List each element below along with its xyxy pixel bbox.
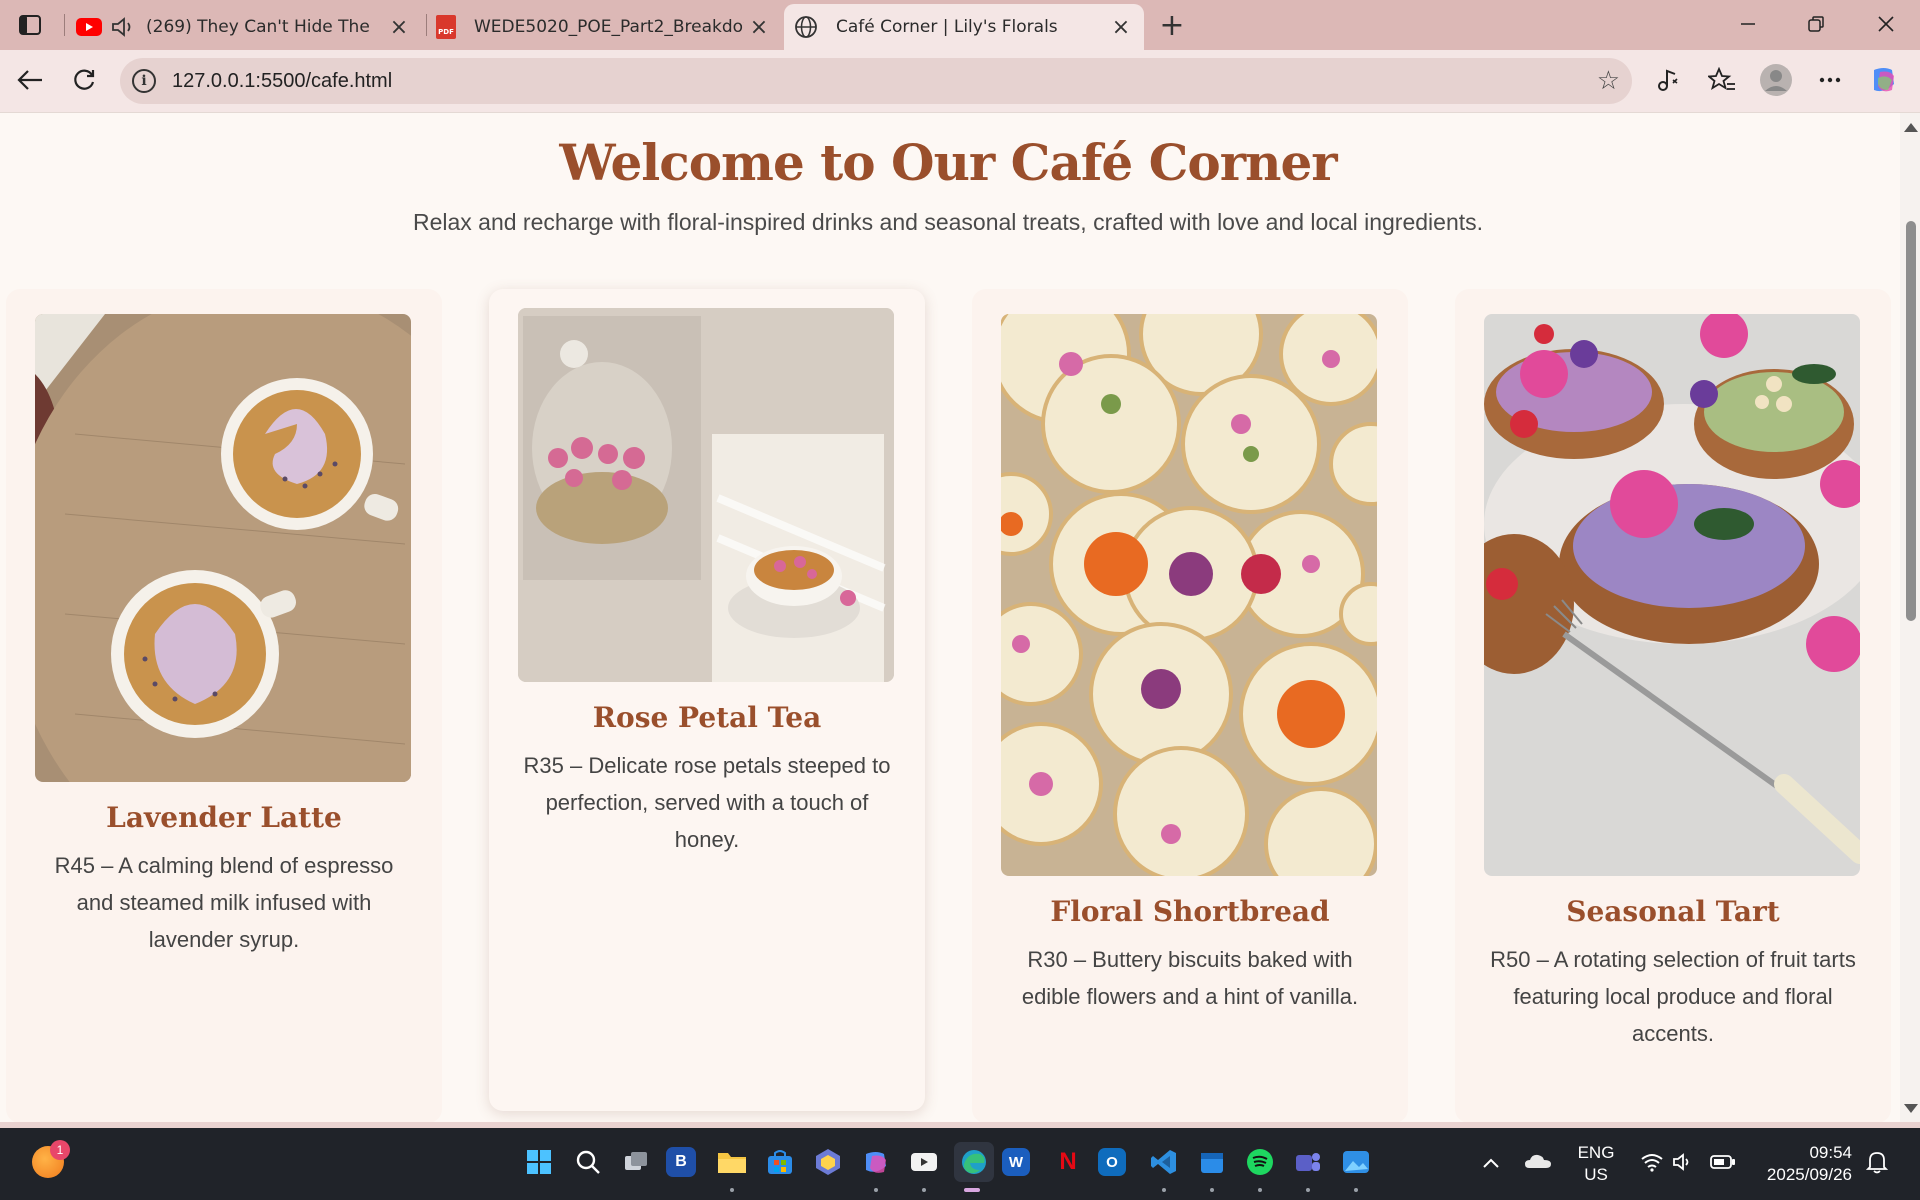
running-indicator	[1258, 1188, 1262, 1192]
start-icon[interactable]	[521, 1144, 557, 1180]
close-window-icon[interactable]	[1856, 6, 1916, 42]
scroll-down-icon[interactable]	[1904, 1104, 1918, 1113]
wifi-icon[interactable]	[1640, 1152, 1664, 1176]
site-info-icon[interactable]: i	[132, 69, 156, 93]
page-title: Welcome to Our Café Corner	[559, 133, 1337, 192]
video-app-icon[interactable]	[906, 1144, 942, 1180]
page-subtitle: Relax and recharge with floral-inspired …	[412, 209, 1484, 235]
pdf-icon: PDF	[436, 15, 456, 39]
read-aloud-icon[interactable]	[1650, 62, 1686, 98]
clock-time: 09:54	[1809, 1143, 1852, 1162]
task-view-icon[interactable]	[618, 1144, 654, 1180]
tab-separator	[426, 14, 427, 36]
onedrive-icon[interactable]	[1524, 1152, 1552, 1174]
item-description: R35 – Delicate rose petals steeped to pe…	[523, 753, 891, 852]
running-indicator	[1210, 1188, 1214, 1192]
tab-pdf[interactable]: PDF WEDE5020_POE_Part2_Breakdown ×	[430, 4, 782, 50]
item-name: Lavender Latte	[106, 801, 342, 834]
speaker-icon[interactable]	[110, 16, 136, 38]
menu-card-seasonal-tart: Seasonal Tart R50 – A rotating selection…	[1455, 289, 1891, 1122]
battery-icon[interactable]	[1710, 1154, 1736, 1174]
page-viewport: Welcome to Our Café Corner Relax and rec…	[0, 112, 1920, 1122]
windows-taskbar: 1 B W N O ENG US 09:54 2025/09/26	[0, 1128, 1920, 1200]
tab-youtube[interactable]: (269) They Can't Hide The Fil ×	[68, 4, 422, 50]
favorites-icon[interactable]	[1704, 62, 1740, 98]
item-description: R30 – Buttery biscuits baked with edible…	[1021, 947, 1359, 1009]
photos-app-icon[interactable]	[1338, 1144, 1374, 1180]
menu-card-floral-shortbread: Floral Shortbread R30 – Buttery biscuits…	[972, 289, 1408, 1122]
running-indicator	[1162, 1188, 1166, 1192]
close-icon[interactable]: ×	[748, 15, 770, 40]
globe-icon	[794, 15, 818, 39]
running-indicator	[1306, 1188, 1310, 1192]
running-indicator	[922, 1188, 926, 1192]
search-icon[interactable]	[570, 1144, 606, 1180]
hexagon-app-icon[interactable]	[810, 1144, 846, 1180]
youtube-icon	[76, 18, 102, 36]
rose-petal-tea-image	[518, 308, 894, 682]
language-code: ENG	[1577, 1143, 1615, 1162]
calendar-app-icon[interactable]	[1194, 1144, 1230, 1180]
lavender-latte-image	[35, 314, 411, 782]
vertical-scrollbar[interactable]	[1900, 113, 1920, 1122]
copilot-icon[interactable]	[1866, 62, 1902, 98]
tab-strip: (269) They Can't Hide The Fil × PDF WEDE…	[0, 0, 1920, 50]
outlook-icon[interactable]: O	[1098, 1148, 1126, 1176]
notification-badge: 1	[50, 1140, 70, 1160]
running-indicator	[730, 1188, 734, 1192]
active-indicator	[964, 1188, 980, 1192]
edge-browser-icon[interactable]	[954, 1142, 994, 1182]
close-icon[interactable]: ×	[1110, 15, 1132, 40]
floral-shortbread-image	[1001, 314, 1377, 876]
scroll-thumb[interactable]	[1906, 221, 1916, 621]
copilot-app-icon[interactable]	[858, 1144, 894, 1180]
language-indicator[interactable]: ENG US	[1570, 1142, 1622, 1186]
store-icon[interactable]	[762, 1144, 798, 1180]
back-icon[interactable]	[12, 62, 48, 98]
more-options-icon[interactable]	[1812, 62, 1848, 98]
tab-title: (269) They Can't Hide The Fil	[146, 17, 374, 37]
tab-title: WEDE5020_POE_Part2_Breakdown	[474, 17, 744, 37]
volume-icon[interactable]	[1672, 1152, 1694, 1176]
item-name: Rose Petal Tea	[592, 701, 822, 734]
url-text[interactable]: 127.0.0.1:5500/cafe.html	[172, 70, 392, 93]
profile-avatar[interactable]	[1758, 62, 1794, 98]
minimize-icon[interactable]	[1718, 6, 1778, 42]
menu-card-lavender-latte: Lavender Latte R45 – A calming blend of …	[6, 289, 442, 1122]
bing-app-icon[interactable]: B	[666, 1147, 696, 1177]
seasonal-tart-image	[1484, 314, 1860, 876]
tab-separator	[64, 14, 65, 36]
running-indicator	[874, 1188, 878, 1192]
item-name: Floral Shortbread	[1050, 895, 1330, 928]
browser-toolbar: i 127.0.0.1:5500/cafe.html ☆	[0, 50, 1920, 112]
netflix-icon[interactable]: N	[1050, 1144, 1086, 1180]
menu-card-rose-petal-tea[interactable]: Rose Petal Tea R35 – Delicate rose petal…	[489, 289, 925, 1111]
item-description: R45 – A calming blend of espresso and st…	[54, 853, 394, 952]
teams-icon[interactable]	[1290, 1144, 1326, 1180]
file-explorer-icon[interactable]	[714, 1144, 750, 1180]
tab-title: Café Corner | Lily's Florals	[836, 17, 1058, 37]
tray-chevron-icon[interactable]	[1482, 1154, 1500, 1173]
clock-date: 2025/09/26	[1766, 1165, 1852, 1184]
region-code: US	[1584, 1165, 1608, 1184]
tab-actions-icon[interactable]	[12, 10, 48, 40]
word-icon[interactable]: W	[1002, 1148, 1030, 1176]
tab-cafe-corner[interactable]: Café Corner | Lily's Florals ×	[784, 4, 1144, 50]
notifications-bell-icon[interactable]	[1865, 1150, 1889, 1178]
spotify-icon[interactable]	[1242, 1144, 1278, 1180]
item-description: R50 – A rotating selection of fruit tart…	[1490, 947, 1856, 1046]
refresh-icon[interactable]	[66, 62, 102, 98]
clock[interactable]: 09:54 2025/09/26	[1752, 1142, 1852, 1186]
address-bar[interactable]: i 127.0.0.1:5500/cafe.html ☆	[120, 58, 1632, 104]
favorite-star-icon[interactable]: ☆	[1597, 66, 1620, 96]
item-name: Seasonal Tart	[1566, 895, 1780, 928]
vscode-icon[interactable]	[1146, 1144, 1182, 1180]
close-icon[interactable]: ×	[388, 15, 410, 40]
new-tab-icon[interactable]: +	[1155, 8, 1189, 43]
scroll-up-icon[interactable]	[1904, 123, 1918, 132]
running-indicator	[1354, 1188, 1358, 1192]
restore-icon[interactable]	[1786, 6, 1846, 42]
